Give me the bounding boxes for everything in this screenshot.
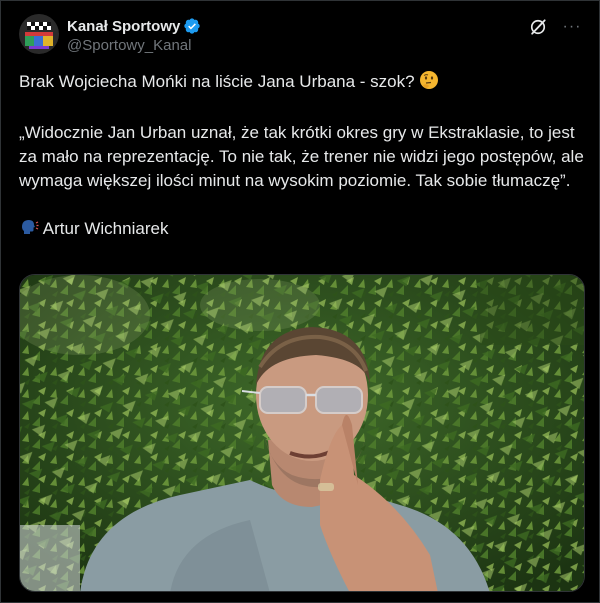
tweet-header: Kanał Sportowy @Sportowy_Kanal ··· xyxy=(19,14,583,58)
verified-badge-icon xyxy=(183,17,201,35)
display-name-row: Kanał Sportowy xyxy=(67,16,201,36)
kanal-sportowy-logo-icon xyxy=(19,14,59,54)
display-name[interactable]: Kanał Sportowy xyxy=(67,18,180,35)
thinking-face-icon xyxy=(419,70,439,97)
author-names: Kanał Sportowy @Sportowy_Kanal xyxy=(67,16,201,54)
speaker-line: Artur Wichniarek xyxy=(19,217,585,244)
photo-image xyxy=(20,275,584,591)
headline-text: Brak Wojciecha Mońki na liście Jana Urba… xyxy=(19,72,415,91)
avatar[interactable] xyxy=(19,14,59,54)
author-handle[interactable]: @Sportowy_Kanal xyxy=(67,37,201,54)
tweet-media-photo[interactable] xyxy=(19,274,585,592)
tweet-headline: Brak Wojciecha Mońki na liście Jana Urba… xyxy=(19,70,585,97)
tweet-text: Brak Wojciecha Mońki na liście Jana Urba… xyxy=(19,70,585,244)
speaker-name: Artur Wichniarek xyxy=(42,219,169,238)
header-actions: ··· xyxy=(527,16,583,38)
tweet-card: Kanał Sportowy @Sportowy_Kanal ··· Brak … xyxy=(0,0,600,603)
more-dots-icon[interactable]: ··· xyxy=(561,16,583,38)
speaking-head-icon xyxy=(19,217,39,244)
tweet-quote: „Widocznie Jan Urban uznał, że tak krótk… xyxy=(19,123,584,190)
grok-icon[interactable] xyxy=(527,16,549,38)
